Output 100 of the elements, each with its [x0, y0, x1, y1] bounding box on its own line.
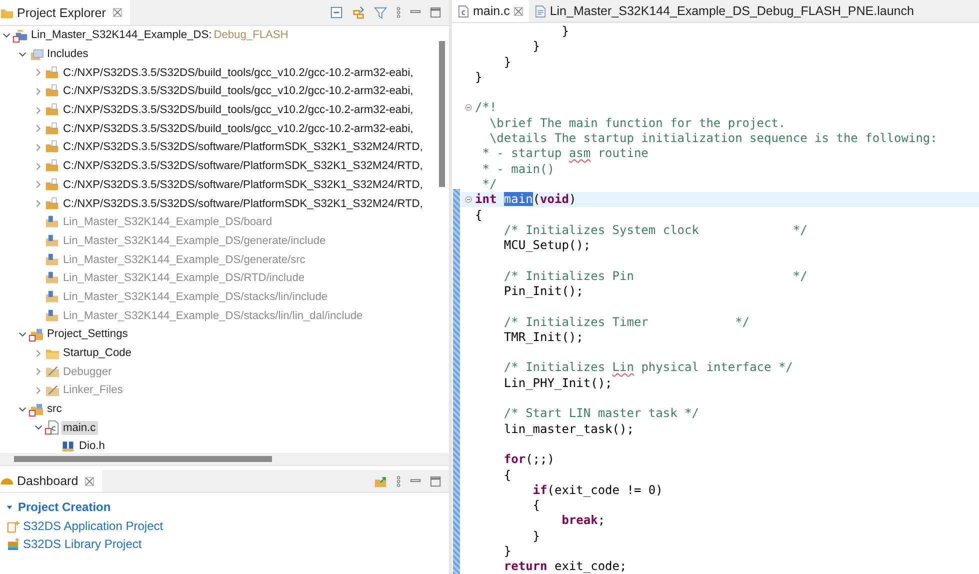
code-line: } [532, 39, 540, 54]
fold-icon[interactable] [464, 104, 472, 111]
folder-icon [44, 364, 60, 380]
folder-icon [45, 196, 59, 211]
maximize-icon[interactable] [430, 476, 441, 486]
tree-item[interactable]: C:/NXP/S32DS.3.5/S32DS/software/PlatformSDK_S32K1_S32M24/RTD, [61, 178, 425, 192]
tree-item[interactable]: C:/NXP/S32DS.3.5/S32DS/build_tools/gcc_v10.2/gcc-10.2-arm32-eabi, [61, 122, 416, 136]
code-line: if(exit_code != 0) [532, 482, 663, 497]
tree-item[interactable]: Project_Settings [45, 327, 130, 342]
import-icon[interactable] [374, 474, 387, 488]
view-title: Dashboard [17, 474, 78, 488]
folder-icon [45, 271, 59, 286]
library-stack-icon [7, 538, 20, 550]
link-icon[interactable] [352, 6, 365, 19]
code-line: for(;;) [502, 452, 554, 466]
chevron-right-icon[interactable] [34, 386, 42, 395]
filter-icon[interactable] [374, 6, 387, 19]
expand-icon [6, 504, 13, 510]
folder-icon [45, 252, 59, 267]
code-line: TMR_Init(); [502, 330, 584, 344]
tree-item[interactable]: main.c [61, 420, 98, 435]
chevron-right-icon[interactable] [34, 106, 42, 115]
chevron-right-icon[interactable] [34, 180, 42, 190]
chevron-right-icon[interactable] [34, 199, 42, 208]
c-file-icon [458, 4, 469, 18]
folder-icon [45, 159, 59, 174]
close-icon[interactable] [112, 8, 122, 17]
folder-icon [45, 66, 59, 80]
chevron-down-icon[interactable] [18, 50, 26, 59]
chevron-right-icon[interactable] [34, 68, 42, 78]
code-line: lin_master_task(); [502, 422, 634, 436]
tree-item[interactable]: C:/NXP/S32DS.3.5/S32DS/software/PlatformSDK_S32K1_S32M24/RTD, [61, 140, 425, 154]
folder-icon [45, 234, 59, 248]
tree-item[interactable]: C:/NXP/S32DS.3.5/S32DS/build_tools/gcc_v10.2/gcc-10.2-arm32-eabi, [61, 84, 416, 98]
view-title: Project Explorer [17, 6, 106, 20]
code-line: { [502, 468, 512, 482]
code-line: * - startup asm routine [481, 146, 648, 160]
code-line: return exit_code; [502, 559, 627, 574]
code-line: } [532, 528, 540, 543]
tree-item[interactable]: C:/NXP/S32DS.3.5/S32DS/software/PlatformSDK_S32K1_S32M24/RTD, [61, 196, 425, 211]
close-icon[interactable] [514, 6, 523, 16]
editor-tab[interactable]: Lin_Master_S32K144_Example_DS_Debug_FLASH_PNE.launch [528, 0, 920, 22]
code-line: int main(void) [475, 192, 576, 206]
chevron-right-icon[interactable] [34, 162, 42, 171]
new-project-icon [7, 520, 20, 532]
code-line: * - main() [481, 162, 554, 176]
code-line: \brief The main function for the project. [488, 116, 786, 130]
build-config: Debug_FLASH [214, 29, 288, 42]
editor-tab[interactable]: main.c [452, 0, 529, 22]
code-line: */ [481, 176, 497, 191]
document-icon [534, 4, 546, 18]
dashboard-link[interactable]: S32DS Application Project [23, 519, 164, 533]
chevron-right-icon[interactable] [34, 142, 42, 152]
chevron-down-icon[interactable] [18, 330, 26, 339]
c-file-icon [44, 420, 60, 436]
chevron-right-icon[interactable] [34, 86, 42, 96]
folder-icon [45, 290, 59, 304]
tree-item[interactable]: src [45, 402, 64, 416]
chevron-right-icon[interactable] [34, 124, 42, 134]
code-line: } [560, 24, 569, 38]
dashboard-link[interactable]: S32DS Library Project [23, 537, 142, 551]
chevron-right-icon[interactable] [34, 348, 42, 358]
maximize-icon[interactable] [430, 7, 441, 18]
folder-icon [45, 84, 59, 98]
tree-item[interactable]: Includes [45, 47, 90, 62]
tree-item[interactable]: C:/NXP/S32DS.3.5/S32DS/build_tools/gcc_v10.2/gcc-10.2-arm32-eabi, [61, 103, 416, 118]
code-line: /* Initializes System clock */ [502, 222, 808, 237]
folder-icon [45, 178, 59, 192]
code-line: } [502, 54, 512, 69]
scrollbar-thumb[interactable] [439, 41, 445, 187]
folder-icon [44, 382, 60, 398]
code-line: Pin_Init(); [502, 284, 584, 298]
chevron-down-icon[interactable] [2, 30, 10, 40]
section-toggle[interactable]: Project Creation [4, 497, 445, 517]
tree-item[interactable]: C:/NXP/S32DS.3.5/S32DS/software/PlatformSDK_S32K1_S32M24/RTD, [61, 159, 425, 174]
tree-item[interactable]: Dio.h [77, 439, 107, 453]
source-folder-icon [28, 326, 44, 342]
fold-icon[interactable] [464, 196, 472, 203]
more-icon[interactable] [396, 474, 401, 488]
tree-item[interactable]: C:/NXP/S32DS.3.5/S32DS/build_tools/gcc_v10.2/gcc-10.2-arm32-eabi, [61, 66, 416, 80]
code-line: /* Initializes Lin physical interface */ [502, 360, 793, 374]
chevron-down-icon[interactable] [18, 404, 26, 414]
code-line: /*! [475, 100, 497, 114]
chevron-down-icon[interactable] [34, 423, 42, 432]
code-line: { [532, 498, 540, 512]
tree-item[interactable]: Startup_Code [61, 346, 134, 360]
more-icon[interactable] [396, 6, 401, 19]
code-line: } [502, 544, 512, 558]
collapse-all-icon[interactable] [330, 6, 343, 19]
view-tab[interactable]: Dashboard [0, 470, 102, 492]
code-line: { [475, 208, 482, 222]
scrollbar-thumb[interactable] [14, 456, 272, 462]
code-line: \details The startup initialization sequence is the following: [488, 131, 938, 146]
folder-icon [45, 308, 59, 323]
view-tab[interactable]: Project Explorer [0, 0, 130, 25]
tree-item[interactable]: Lin_Master_S32K144_Example_DS: [29, 28, 214, 42]
chevron-right-icon[interactable] [34, 367, 42, 376]
close-icon[interactable] [85, 476, 94, 486]
folder-icon [45, 122, 59, 136]
header-icon [61, 439, 75, 453]
